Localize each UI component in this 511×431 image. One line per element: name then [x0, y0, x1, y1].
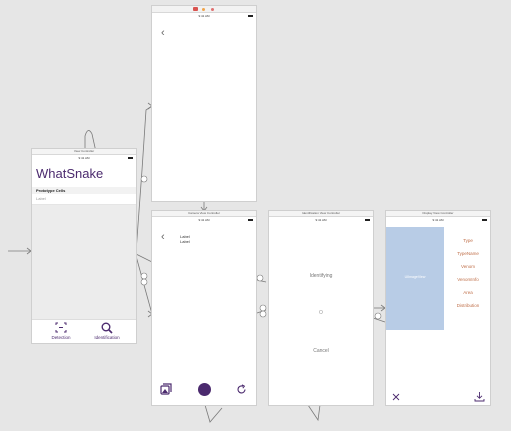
- battery-icon: [248, 15, 253, 17]
- app-title: WhatSnake: [36, 166, 104, 181]
- type-name-label: TypeName: [457, 251, 479, 256]
- prototype-cell[interactable]: Label: [32, 194, 136, 205]
- status-bar: 9:41 AM: [386, 218, 490, 222]
- exit-icon: [211, 7, 214, 11]
- table-body: [32, 205, 136, 319]
- status-time: 9:41 AM: [78, 156, 90, 160]
- status-time: 9:41 AM: [432, 218, 444, 222]
- tab-identification[interactable]: Identification: [90, 322, 124, 343]
- battery-icon: [482, 219, 487, 221]
- scene-camera[interactable]: Camera View Controller 9:41 AM ‹ Label L…: [152, 211, 256, 405]
- image-view-label: UIImageView: [404, 275, 426, 279]
- battery-icon: [128, 157, 133, 159]
- scene-root[interactable]: View Controller 9:41 AM WhatSnake Protot…: [32, 149, 136, 343]
- type-label: Type: [463, 238, 473, 243]
- switch-camera-icon[interactable]: [236, 384, 247, 395]
- back-chevron-icon[interactable]: ‹: [161, 27, 165, 39]
- tab-detection[interactable]: Detection: [46, 322, 76, 343]
- shutter-button[interactable]: [198, 383, 211, 396]
- status-bar: 9:41 AM: [152, 218, 256, 222]
- tab-bar: Detection Identification: [32, 319, 136, 343]
- status-bar: 9:41 AM: [32, 156, 136, 160]
- back-chevron-icon[interactable]: ‹: [161, 231, 165, 243]
- tab-detection-label: Detection: [51, 335, 71, 340]
- image-view: UIImageView: [386, 227, 444, 330]
- download-icon[interactable]: [474, 391, 485, 402]
- scene-identification[interactable]: Identification View Controller 9:41 AM I…: [269, 211, 373, 405]
- scene-detail[interactable]: 9:41 AM ‹: [152, 6, 256, 201]
- tab-identification-label: Identification: [94, 335, 120, 340]
- scan-frame-icon: [55, 322, 67, 333]
- scene-title: Camera View Controller: [152, 211, 256, 217]
- status-bar: 9:41 AM: [269, 218, 373, 222]
- section-header-label: Prototype Cells: [36, 188, 66, 193]
- scene-display[interactable]: Display View Controller 9:41 AM UIImageV…: [386, 211, 490, 405]
- venom-info-label: VenomInfo: [457, 277, 479, 282]
- first-responder-icon: [202, 7, 205, 11]
- scene-title: View Controller: [32, 149, 136, 155]
- scene-title: Identification View Controller: [269, 211, 373, 217]
- status-time: 9:41 AM: [315, 218, 327, 222]
- activity-indicator: O: [319, 310, 323, 316]
- battery-icon: [248, 219, 253, 221]
- photo-library-icon[interactable]: [160, 383, 172, 395]
- cell-label: Label: [36, 196, 46, 201]
- status-bar: 9:41 AM: [152, 14, 256, 18]
- area-label: Area: [463, 290, 473, 295]
- close-icon[interactable]: [392, 393, 400, 401]
- scene-dock: [152, 6, 256, 13]
- camera-label-2: Label: [180, 239, 190, 244]
- cancel-label[interactable]: Cancel: [269, 348, 373, 354]
- status-time: 9:41 AM: [198, 14, 210, 18]
- section-header: Prototype Cells: [32, 187, 136, 194]
- venom-label: Venom: [460, 264, 475, 269]
- scene-title: Display View Controller: [386, 211, 490, 217]
- distribution-label: Distribution: [456, 303, 480, 308]
- status-time: 9:41 AM: [198, 218, 210, 222]
- battery-icon: [365, 219, 370, 221]
- magnifier-icon: [101, 322, 113, 334]
- controller-icon: [193, 7, 198, 11]
- identifying-label: Identifying: [309, 273, 333, 279]
